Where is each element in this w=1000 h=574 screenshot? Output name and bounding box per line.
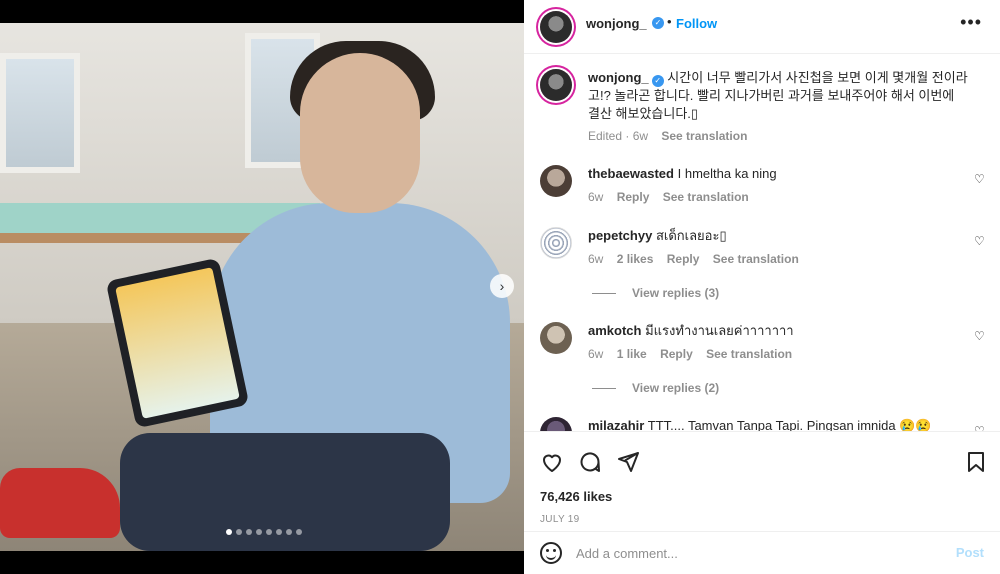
carousel-dot bbox=[246, 529, 252, 535]
comment-avatar[interactable] bbox=[540, 417, 572, 431]
caption-text-block: wonjong_ ✓ 시간이 너무 빨리가서 사진첩을 보면 이게 몇개월 전이라… bbox=[588, 69, 968, 123]
comment-username[interactable]: pepetchyy bbox=[588, 228, 652, 243]
photo-tablet-screen bbox=[115, 267, 240, 419]
carousel-dot bbox=[236, 529, 242, 535]
carousel-dot bbox=[266, 529, 272, 535]
comment-text-block: thebaewasted I hmeltha ka ning bbox=[588, 165, 968, 183]
comment-text-block: amkotch มีแรงทำงานเลยค่าาาาาาา bbox=[588, 322, 968, 340]
post-header: wonjong_ ✓ • Follow ••• bbox=[524, 0, 1000, 54]
photo-window-left bbox=[0, 53, 80, 173]
bookmark-icon[interactable] bbox=[964, 450, 988, 474]
carousel-indicator bbox=[226, 529, 302, 535]
see-translation-button[interactable]: See translation bbox=[706, 347, 792, 361]
comment-meta: 6w 1 like Reply See translation bbox=[588, 347, 802, 361]
caption-see-translation[interactable]: See translation bbox=[661, 129, 747, 143]
reply-button[interactable]: Reply bbox=[667, 252, 700, 266]
caption-glyph: ▯ bbox=[690, 106, 699, 121]
comment-avatar[interactable] bbox=[540, 165, 572, 197]
verified-badge-icon: ✓ bbox=[651, 75, 664, 87]
caption-edited-time: Edited · 6w bbox=[588, 129, 649, 143]
carousel-dot bbox=[226, 529, 232, 535]
carousel-dot bbox=[286, 529, 292, 535]
caption-row: wonjong_ ✓ 시간이 너무 빨리가서 사진첩을 보면 이게 몇개월 전이라… bbox=[524, 65, 1000, 155]
emoji-icon[interactable] bbox=[540, 542, 562, 564]
author-avatar[interactable] bbox=[540, 11, 572, 43]
like-comment-heart-icon[interactable]: ♡ bbox=[974, 330, 986, 342]
add-comment-bar: Post bbox=[524, 531, 1000, 574]
comment-icon[interactable] bbox=[578, 450, 602, 474]
comment-text: I hmeltha ka ning bbox=[677, 166, 777, 181]
comment-glyph: ▯ bbox=[719, 228, 727, 243]
photo-pane: › bbox=[0, 0, 524, 574]
comment-avatar[interactable] bbox=[540, 322, 572, 354]
carousel-dot bbox=[276, 529, 282, 535]
post-sidebar: wonjong_ ✓ • Follow ••• wonjong_ ✓ 시간이 너무… bbox=[524, 0, 1000, 574]
verified-badge-icon: ✓ bbox=[652, 17, 664, 29]
post-photo[interactable] bbox=[0, 23, 524, 551]
comment-row: milazahir TTT.... Tamvan Tanpa Tapi. Pin… bbox=[524, 417, 1000, 431]
comment-row: thebaewasted I hmeltha ka ning 6w Reply … bbox=[524, 165, 1000, 215]
caption-avatar[interactable] bbox=[540, 69, 572, 101]
see-translation-button[interactable]: See translation bbox=[713, 252, 799, 266]
likes-count[interactable]: 76,426 likes bbox=[540, 489, 612, 504]
post-actions: 76,426 likes JULY 19 bbox=[524, 431, 1000, 541]
comments-list[interactable]: wonjong_ ✓ 시간이 너무 빨리가서 사진첩을 보면 이게 몇개월 전이라… bbox=[524, 55, 1000, 431]
post-date[interactable]: JULY 19 bbox=[540, 514, 580, 525]
next-photo-button[interactable]: › bbox=[490, 274, 514, 298]
carousel-dot bbox=[256, 529, 262, 535]
more-options-icon[interactable]: ••• bbox=[960, 12, 982, 33]
author-username[interactable]: wonjong_ bbox=[586, 16, 647, 31]
comment-username[interactable]: thebaewasted bbox=[588, 166, 674, 181]
comment-username[interactable]: amkotch bbox=[588, 323, 641, 338]
post-comment-button[interactable]: Post bbox=[956, 545, 984, 560]
view-replies-label[interactable]: View replies (3) bbox=[632, 286, 719, 300]
comment-text: สเด็กเลยอะ bbox=[655, 228, 720, 243]
comment-time: 6w bbox=[588, 347, 604, 361]
replies-divider-line bbox=[592, 388, 616, 390]
heart-icon[interactable] bbox=[540, 450, 564, 474]
comment-meta: 6w Reply See translation bbox=[588, 190, 759, 204]
like-comment-heart-icon[interactable]: ♡ bbox=[974, 173, 986, 185]
view-replies-button[interactable]: View replies (2) bbox=[592, 381, 719, 395]
comment-meta: 6w 2 likes Reply See translation bbox=[588, 252, 809, 266]
comment-likes-count[interactable]: 2 likes bbox=[617, 252, 654, 266]
view-replies-button[interactable]: View replies (3) bbox=[592, 286, 719, 300]
comment-text-block: milazahir TTT.... Tamvan Tanpa Tapi. Pin… bbox=[588, 417, 968, 431]
view-replies-label[interactable]: View replies (2) bbox=[632, 381, 719, 395]
header-separator: • bbox=[667, 14, 672, 29]
carousel-dot bbox=[296, 529, 302, 535]
caption-meta: Edited · 6w See translation bbox=[588, 129, 757, 143]
comment-time: 6w bbox=[588, 252, 604, 266]
comment-likes-count[interactable]: 1 like bbox=[617, 347, 647, 361]
like-comment-heart-icon[interactable]: ♡ bbox=[974, 235, 986, 247]
comment-time: 6w bbox=[588, 190, 604, 204]
comment-row: amkotch มีแรงทำงานเลยค่าาาาาาา 6w 1 like… bbox=[524, 322, 1000, 402]
photo-shoe bbox=[0, 468, 120, 538]
comment-text: TTT.... Tamvan Tanpa Tapi. Pingsan imnid… bbox=[647, 418, 932, 431]
caption-username[interactable]: wonjong_ bbox=[588, 70, 649, 85]
see-translation-button[interactable]: See translation bbox=[663, 190, 749, 204]
comment-text: มีแรงทำงานเลยค่าาาาาาา bbox=[645, 323, 794, 338]
comment-username[interactable]: milazahir bbox=[588, 418, 644, 431]
follow-button[interactable]: Follow bbox=[676, 16, 717, 31]
comment-input[interactable] bbox=[576, 542, 936, 564]
photo-person-head bbox=[300, 53, 420, 213]
comment-text-block: pepetchyy สเด็กเลยอะ▯ bbox=[588, 227, 968, 245]
comment-avatar[interactable] bbox=[540, 227, 572, 259]
reply-button[interactable]: Reply bbox=[617, 190, 650, 204]
comment-row: pepetchyy สเด็กเลยอะ▯ 6w 2 likes Reply S… bbox=[524, 227, 1000, 307]
chevron-right-icon: › bbox=[499, 278, 505, 294]
reply-button[interactable]: Reply bbox=[660, 347, 693, 361]
share-icon[interactable] bbox=[616, 450, 640, 474]
replies-divider-line bbox=[592, 293, 616, 295]
